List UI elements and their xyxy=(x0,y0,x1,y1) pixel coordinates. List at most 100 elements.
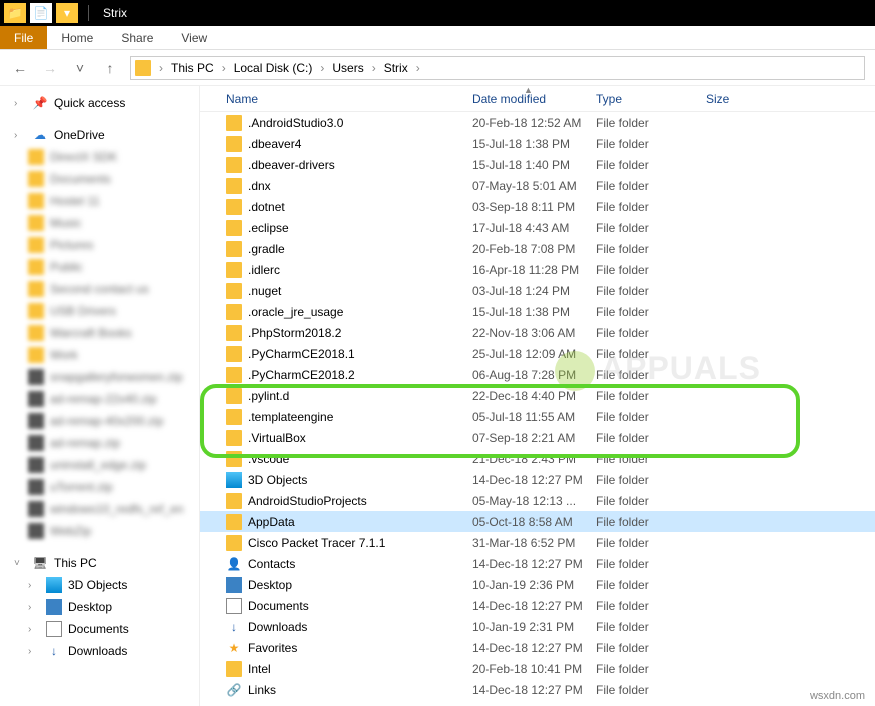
folder-icon xyxy=(28,325,44,341)
file-name: .dotnet xyxy=(248,200,285,214)
crumb-users[interactable]: Users xyxy=(328,61,367,75)
table-row[interactable]: .VirtualBox07-Sep-18 2:21 AMFile folder xyxy=(200,427,875,448)
folder-icon xyxy=(226,283,242,299)
table-row[interactable]: Intel20-Feb-18 10:41 PMFile folder xyxy=(200,658,875,679)
chevron-right-icon[interactable]: › xyxy=(157,61,165,75)
table-row[interactable]: .PhpStorm2018.222-Nov-18 3:06 AMFile fol… xyxy=(200,322,875,343)
sidebar-item-blurred[interactable]: ad-remap-22x40.zip xyxy=(0,388,199,410)
forward-button[interactable]: → xyxy=(40,58,60,78)
cell-name: .vscode xyxy=(218,451,464,467)
table-row[interactable]: 👤Contacts14-Dec-18 12:27 PMFile folder xyxy=(200,553,875,574)
sidebar-item-blurred[interactable]: uninstall_edge.zip xyxy=(0,454,199,476)
tab-view[interactable]: View xyxy=(167,26,221,49)
back-button[interactable]: ← xyxy=(10,58,30,78)
cell-date: 14-Dec-18 12:27 PM xyxy=(464,557,588,571)
tab-file[interactable]: File xyxy=(0,26,47,49)
sidebar-item-onedrive[interactable]: ›☁OneDrive xyxy=(0,124,199,146)
up-button[interactable]: ↑ xyxy=(100,58,120,78)
sidebar-item-blurred[interactable]: Hostel 11 xyxy=(0,190,199,212)
chevron-right-icon[interactable]: › xyxy=(370,61,378,75)
cell-type: File folder xyxy=(588,242,698,256)
column-size[interactable]: Size xyxy=(698,92,778,106)
sidebar-item-blurred[interactable]: Second contact us xyxy=(0,278,199,300)
table-row[interactable]: .oracle_jre_usage15-Jul-18 1:38 PMFile f… xyxy=(200,301,875,322)
file-name: .oracle_jre_usage xyxy=(248,305,343,319)
qat-icon[interactable]: 📄 xyxy=(30,3,52,23)
sidebar-item-desktop[interactable]: ›Desktop xyxy=(0,596,199,618)
table-row[interactable]: .idlerc16-Apr-18 11:28 PMFile folder xyxy=(200,259,875,280)
table-row[interactable]: Cisco Packet Tracer 7.1.131-Mar-18 6:52 … xyxy=(200,532,875,553)
column-name[interactable]: Name xyxy=(218,92,464,106)
sidebar-item-blurred[interactable]: DirectX SDK xyxy=(0,146,199,168)
table-row[interactable]: .PyCharmCE2018.206-Aug-18 7:28 PMFile fo… xyxy=(200,364,875,385)
sidebar-item-3dobjects[interactable]: ›3D Objects xyxy=(0,574,199,596)
navigation-pane[interactable]: ›📌Quick access ›☁OneDrive DirectX SDK Do… xyxy=(0,86,200,706)
label: Downloads xyxy=(68,644,127,658)
sidebar-item-downloads[interactable]: ›↓Downloads xyxy=(0,640,199,662)
sidebar-item-blurred[interactable]: ad-remap-40x200.zip xyxy=(0,410,199,432)
table-row[interactable]: .eclipse17-Jul-18 4:43 AMFile folder xyxy=(200,217,875,238)
file-name: .gradle xyxy=(248,242,285,256)
table-row[interactable]: .gradle20-Feb-18 7:08 PMFile folder xyxy=(200,238,875,259)
sidebar-item-blurred[interactable]: windows10_redfs_ref_en xyxy=(0,498,199,520)
separator xyxy=(88,5,89,21)
table-row[interactable]: .templateengine05-Jul-18 11:55 AMFile fo… xyxy=(200,406,875,427)
sidebar-item-blurred[interactable]: ad-remap.zip xyxy=(0,432,199,454)
cube-icon xyxy=(226,472,242,488)
sidebar-item-blurred[interactable]: Public xyxy=(0,256,199,278)
ribbon: File Home Share View xyxy=(0,26,875,50)
table-row[interactable]: 3D Objects14-Dec-18 12:27 PMFile folder xyxy=(200,469,875,490)
table-row[interactable]: AndroidStudioProjects05-May-18 12:13 ...… xyxy=(200,490,875,511)
sidebar-item-blurred[interactable]: snapgalleryforwomen.zip xyxy=(0,366,199,388)
folder-icon xyxy=(226,325,242,341)
sidebar-item-blurred[interactable]: USB Drivers xyxy=(0,300,199,322)
table-row[interactable]: .dnx07-May-18 5:01 AMFile folder xyxy=(200,175,875,196)
sidebar-item-blurred[interactable]: Music xyxy=(0,212,199,234)
cell-date: 16-Apr-18 11:28 PM xyxy=(464,263,588,277)
table-row[interactable]: ↓Downloads10-Jan-19 2:31 PMFile folder xyxy=(200,616,875,637)
cell-name: .pylint.d xyxy=(218,388,464,404)
chevron-right-icon[interactable]: › xyxy=(318,61,326,75)
sidebar-item-thispc[interactable]: ˅🖥This PC xyxy=(0,552,199,574)
cell-name: .PyCharmCE2018.1 xyxy=(218,346,464,362)
qat-icon-2[interactable]: ▾ xyxy=(56,3,78,23)
table-row[interactable]: AppData05-Oct-18 8:58 AMFile folder xyxy=(200,511,875,532)
table-row[interactable]: ★Favorites14-Dec-18 12:27 PMFile folder xyxy=(200,637,875,658)
crumb-drive[interactable]: Local Disk (C:) xyxy=(230,61,317,75)
cell-type: File folder xyxy=(588,137,698,151)
table-row[interactable]: .pylint.d22-Dec-18 4:40 PMFile folder xyxy=(200,385,875,406)
table-row[interactable]: .nuget03-Jul-18 1:24 PMFile folder xyxy=(200,280,875,301)
sidebar-item-blurred[interactable]: uTorrent.zip xyxy=(0,476,199,498)
chevron-right-icon[interactable]: › xyxy=(414,61,422,75)
column-type[interactable]: Type xyxy=(588,92,698,106)
sidebar-item-documents[interactable]: ›Documents xyxy=(0,618,199,640)
table-row[interactable]: 🔗Links14-Dec-18 12:27 PMFile folder xyxy=(200,679,875,700)
sidebar-item-blurred[interactable]: WebZip xyxy=(0,520,199,542)
sidebar-item-blurred[interactable]: Documents xyxy=(0,168,199,190)
file-rows[interactable]: .AndroidStudio3.020-Feb-18 12:52 AMFile … xyxy=(200,112,875,706)
table-row[interactable]: Desktop10-Jan-19 2:36 PMFile folder xyxy=(200,574,875,595)
table-row[interactable]: .dbeaver415-Jul-18 1:38 PMFile folder xyxy=(200,133,875,154)
file-name: .vscode xyxy=(248,452,289,466)
table-row[interactable]: .dbeaver-drivers15-Jul-18 1:40 PMFile fo… xyxy=(200,154,875,175)
sidebar-item-blurred[interactable]: Work xyxy=(0,344,199,366)
folder-icon xyxy=(226,220,242,236)
breadcrumb[interactable]: › This PC › Local Disk (C:) › Users › St… xyxy=(130,56,865,80)
tab-home[interactable]: Home xyxy=(47,26,107,49)
table-row[interactable]: .AndroidStudio3.020-Feb-18 12:52 AMFile … xyxy=(200,112,875,133)
table-row[interactable]: .vscode21-Dec-18 2:43 PMFile folder xyxy=(200,448,875,469)
chevron-right-icon[interactable]: › xyxy=(220,61,228,75)
table-row[interactable]: Documents14-Dec-18 12:27 PMFile folder xyxy=(200,595,875,616)
recent-button[interactable]: ˅ xyxy=(70,58,90,78)
table-row[interactable]: .dotnet03-Sep-18 8:11 PMFile folder xyxy=(200,196,875,217)
crumb-thispc[interactable]: This PC xyxy=(167,61,218,75)
sidebar-item-blurred[interactable]: Pictures xyxy=(0,234,199,256)
sidebar-item-quickaccess[interactable]: ›📌Quick access xyxy=(0,92,199,114)
folder-icon xyxy=(135,60,151,76)
cell-type: File folder xyxy=(588,221,698,235)
crumb-current[interactable]: Strix xyxy=(380,61,412,75)
tab-share[interactable]: Share xyxy=(107,26,167,49)
address-bar: ← → ˅ ↑ › This PC › Local Disk (C:) › Us… xyxy=(0,50,875,86)
table-row[interactable]: .PyCharmCE2018.125-Jul-18 12:09 AMFile f… xyxy=(200,343,875,364)
sidebar-item-blurred[interactable]: Warcraft Books xyxy=(0,322,199,344)
